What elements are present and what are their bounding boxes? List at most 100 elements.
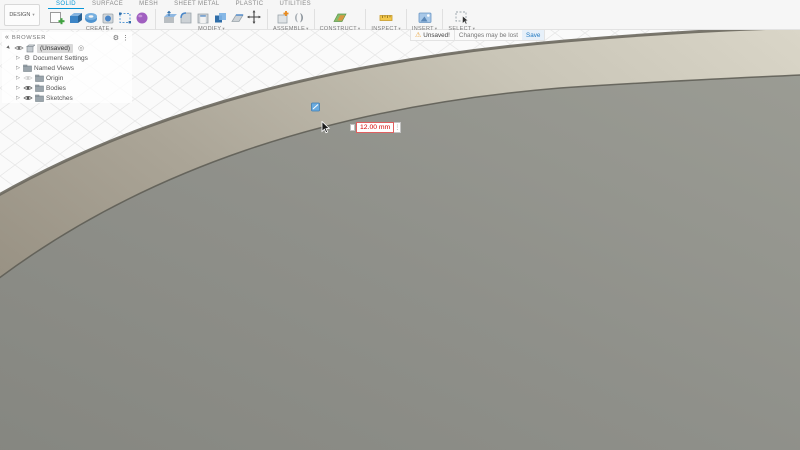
unsaved-notification: ⚠ Unsaved! Changes may be lost Save	[410, 30, 545, 41]
form-icon	[134, 9, 150, 25]
expander-icon[interactable]: ▷	[15, 85, 21, 91]
visibility-eye-icon[interactable]	[14, 44, 24, 52]
press-pull-button[interactable]	[161, 9, 177, 25]
select-button[interactable]	[454, 9, 470, 25]
visibility-eye-icon[interactable]	[23, 84, 33, 92]
browser-item-document-settings[interactable]: ▷ ⚙ Document Settings	[2, 53, 132, 63]
dimension-grip-left[interactable]	[350, 124, 355, 131]
browser-panel: « BROWSER ⚙ ⋮ ▼ (Unsaved) ◎ ▷ ⚙ Document…	[2, 32, 132, 103]
extrude-icon	[66, 9, 82, 25]
unsaved-message: Changes may be lost	[454, 30, 522, 40]
toolbar-group-construct: CONSTRUCT▾	[315, 9, 367, 30]
browser-item-label: Bodies	[46, 85, 66, 92]
chevron-down-icon: ▾	[222, 26, 225, 32]
dimension-input[interactable]: 12.00 mm	[356, 122, 394, 133]
dimension-value: 12.00 mm	[360, 124, 390, 131]
inspect-group-dropdown[interactable]: INSPECT▾	[371, 26, 401, 32]
fillet-button[interactable]	[178, 9, 194, 25]
chevron-down-icon: ▾	[398, 26, 401, 32]
design-workspace-dropdown[interactable]: DESIGN ▾	[4, 4, 40, 26]
joint-button[interactable]	[291, 9, 307, 25]
construction-plane-icon	[332, 9, 348, 25]
tab-solid[interactable]: SOLID	[48, 0, 84, 9]
revolve-icon	[83, 9, 99, 25]
browser-item-named-views[interactable]: ▷ Named Views	[2, 63, 132, 73]
tab-plastic[interactable]: PLASTIC	[228, 0, 272, 9]
move-copy-button[interactable]	[246, 9, 262, 25]
group-label: ASSEMBLE	[273, 26, 305, 32]
expander-open-icon[interactable]: ▼	[5, 44, 13, 52]
offset-face-icon	[229, 9, 245, 25]
mouse-cursor	[321, 121, 331, 134]
tab-label: SOLID	[56, 1, 76, 7]
visibility-eye-icon[interactable]	[23, 94, 33, 102]
warning-icon: ⚠	[415, 31, 421, 39]
form-button[interactable]	[134, 9, 150, 25]
sweep-button[interactable]	[100, 9, 116, 25]
browser-item-root[interactable]: ▼ (Unsaved) ◎	[2, 43, 132, 53]
combine-button[interactable]	[212, 9, 228, 25]
extrude-button[interactable]	[66, 9, 82, 25]
tab-surface[interactable]: SURFACE	[84, 0, 131, 9]
tab-label: MESH	[139, 1, 158, 7]
offset-face-button[interactable]	[229, 9, 245, 25]
browser-header: « BROWSER ⚙ ⋮	[2, 32, 132, 43]
fusion-window: DESIGN ▾ SOLID SURFACE MESH SHEET METAL …	[0, 0, 800, 450]
joint-icon	[291, 9, 307, 25]
insert-image-icon	[417, 9, 433, 25]
toolbar-group-create: CREATE▾	[44, 9, 156, 30]
browser-title: BROWSER	[12, 35, 110, 41]
construct-group-dropdown[interactable]: CONSTRUCT▾	[320, 26, 361, 32]
toolbar-group-inspect: INSPECT▾	[366, 9, 407, 30]
grip-dots-icon: ⋮	[394, 124, 400, 131]
activate-component-radio[interactable]: ◎	[78, 44, 84, 52]
create-sketch-button[interactable]	[49, 9, 65, 25]
component-icon	[26, 44, 35, 53]
visibility-eye-icon[interactable]	[23, 74, 33, 82]
dimension-options-handle[interactable]: ⋮	[394, 122, 401, 133]
toolbar-groups: CREATE▾	[44, 9, 480, 30]
revolve-button[interactable]	[83, 9, 99, 25]
expander-icon[interactable]: ▷	[15, 65, 21, 71]
project-button[interactable]	[117, 9, 133, 25]
fillet-icon	[178, 9, 194, 25]
toolbar-group-select: SELECT▾	[443, 9, 480, 30]
collapse-panel-icon[interactable]: «	[5, 34, 9, 41]
expander-icon[interactable]: ▷	[15, 75, 21, 81]
insert-image-button[interactable]	[417, 9, 433, 25]
press-pull-icon	[161, 9, 177, 25]
shell-button[interactable]	[195, 9, 211, 25]
browser-item-origin[interactable]: ▷ Origin	[2, 73, 132, 83]
folder-icon	[35, 84, 44, 92]
assemble-group-dropdown[interactable]: ASSEMBLE▾	[273, 26, 309, 32]
tab-utilities[interactable]: UTILITIES	[271, 0, 319, 9]
shell-icon	[195, 9, 211, 25]
expander-icon[interactable]: ▷	[15, 55, 21, 61]
tab-label: UTILITIES	[279, 1, 311, 7]
construction-plane-button[interactable]	[332, 9, 348, 25]
expander-icon[interactable]: ▷	[15, 95, 21, 101]
document-name[interactable]: (Unsaved)	[37, 44, 73, 53]
top-toolbar: DESIGN ▾ SOLID SURFACE MESH SHEET METAL …	[0, 0, 800, 30]
toolbar-group-modify: MODIFY▾	[156, 9, 268, 30]
gear-icon: ⚙	[23, 54, 31, 62]
tab-label: SURFACE	[92, 1, 123, 7]
unsaved-status: ⚠ Unsaved!	[411, 30, 454, 40]
design-workspace-label: DESIGN	[9, 12, 30, 18]
new-component-icon	[274, 9, 290, 25]
more-options-icon[interactable]: ⋮	[122, 34, 129, 42]
modify-group-dropdown[interactable]: MODIFY▾	[198, 26, 225, 32]
group-label: MODIFY	[198, 26, 221, 32]
new-component-button[interactable]	[274, 9, 290, 25]
browser-item-bodies[interactable]: ▷ Bodies	[2, 83, 132, 93]
save-button[interactable]: Save	[522, 30, 544, 40]
browser-item-sketches[interactable]: ▷ Sketches	[2, 93, 132, 103]
toolbar-group-insert: INSERT▾	[407, 9, 443, 30]
group-label: CONSTRUCT	[320, 26, 357, 32]
gear-icon[interactable]: ⚙	[113, 34, 119, 42]
tab-label: SHEET METAL	[174, 1, 220, 7]
combine-icon	[212, 9, 228, 25]
tab-mesh[interactable]: MESH	[131, 0, 166, 9]
measure-button[interactable]	[378, 9, 394, 25]
tab-sheet-metal[interactable]: SHEET METAL	[166, 0, 228, 9]
